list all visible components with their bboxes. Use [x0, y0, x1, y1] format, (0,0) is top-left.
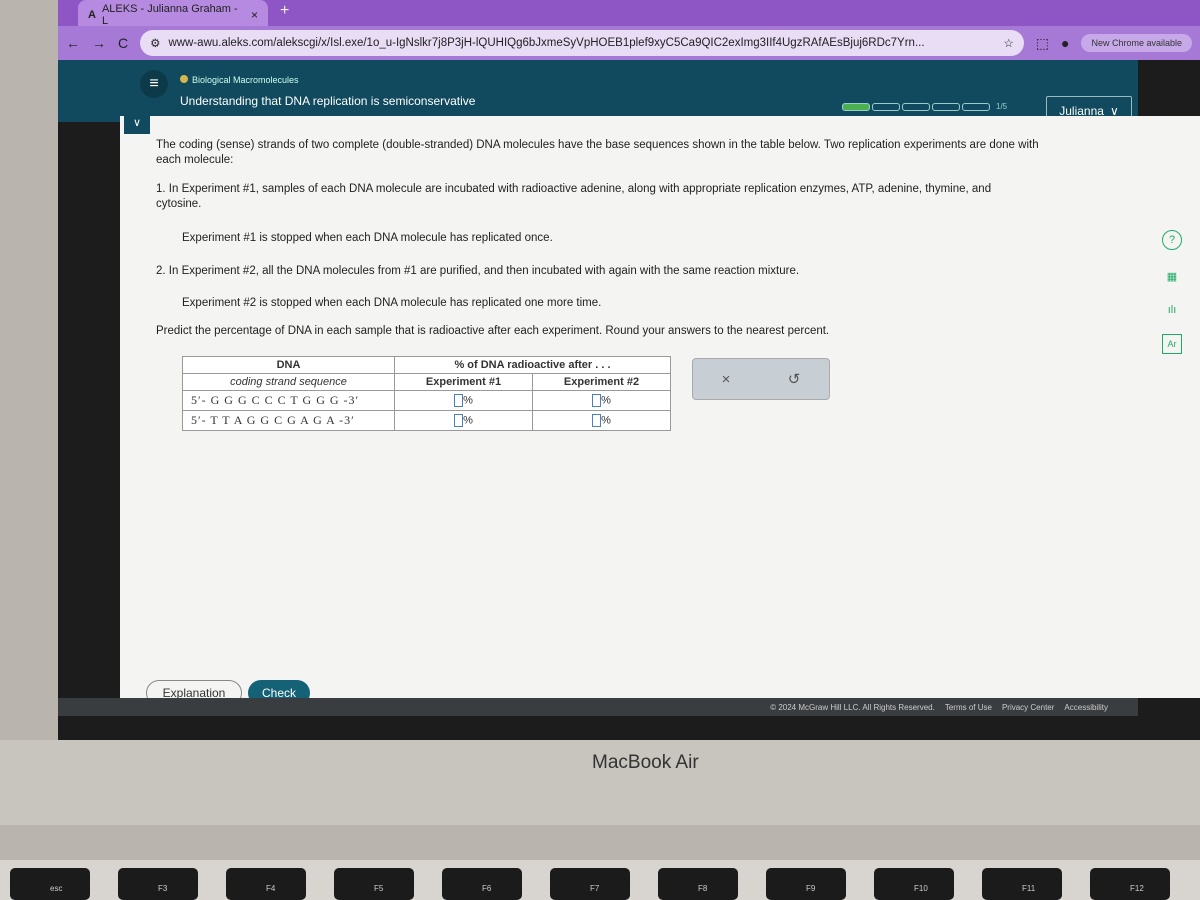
- prompt: Predict the percentage of DNA in each sa…: [156, 325, 830, 337]
- aleks-header: ≡ Biological Macromolecules Understandin…: [58, 60, 1138, 126]
- copyright: © 2024 McGraw Hill LLC. All Rights Reser…: [770, 702, 935, 712]
- exp1-input[interactable]: [454, 394, 464, 407]
- key-f5: F5: [334, 868, 414, 900]
- extensions-icon[interactable]: ⬚: [1036, 35, 1049, 52]
- key-f9: F9: [766, 868, 846, 900]
- progress-label: 1/5: [996, 102, 1008, 111]
- step-1: 1. In Experiment #1, samples of each DNA…: [156, 183, 992, 210]
- topic-dot-icon: [180, 75, 188, 83]
- forward-icon[interactable]: →: [92, 35, 106, 51]
- question-intro: The coding (sense) strands of two comple…: [156, 139, 1039, 166]
- answer-table: DNA % of DNA radioactive after . . . codi…: [182, 356, 671, 431]
- col-dna-sub: coding strand sequence: [182, 373, 395, 391]
- bookmark-star-icon[interactable]: ☆: [1003, 36, 1013, 50]
- key-f7: F7: [550, 868, 630, 900]
- address-bar-row: ← → C ⚙ www-awu.aleks.com/alekscgi/x/Isl.…: [58, 26, 1200, 60]
- profile-icon[interactable]: ●: [1061, 35, 1069, 51]
- progress-bar: 1/5: [842, 102, 1007, 111]
- unit: %: [601, 394, 611, 407]
- new-tab-button[interactable]: +: [280, 2, 289, 20]
- sequence: 5′- T T A G G C G A G A -3′: [182, 410, 395, 431]
- step-2: 2. In Experiment #2, all the DNA molecul…: [156, 265, 800, 277]
- exp2-input[interactable]: [592, 414, 602, 427]
- clear-button[interactable]: ×: [722, 371, 731, 388]
- collapse-chevron-icon[interactable]: ∨: [124, 116, 150, 134]
- footer: © 2024 McGraw Hill LLC. All Rights Reser…: [58, 698, 1138, 716]
- accessibility-link[interactable]: Accessibility: [1064, 703, 1108, 712]
- key-f11: F11: [982, 868, 1062, 900]
- table-row: 5′- T T A G G C G A G A -3′%%: [182, 410, 671, 431]
- progress-segment: [902, 102, 930, 111]
- periodic-table-icon[interactable]: Ar: [1162, 334, 1182, 354]
- new-chrome-button[interactable]: New Chrome available: [1081, 34, 1192, 52]
- answer-tools: × ↺: [692, 358, 830, 400]
- help-icon[interactable]: ?: [1162, 230, 1182, 250]
- privacy-link[interactable]: Privacy Center: [1002, 703, 1054, 712]
- page-title: Understanding that DNA replication is se…: [180, 94, 476, 108]
- step-2-stop: Experiment #2 is stopped when each DNA m…: [182, 297, 602, 309]
- menu-icon[interactable]: ≡: [140, 70, 168, 98]
- topic-text: Biological Macromolecules: [192, 75, 299, 85]
- progress-segment: [842, 102, 870, 111]
- key-f12: F12: [1090, 868, 1170, 900]
- unit: %: [463, 414, 473, 427]
- exp2-input[interactable]: [592, 394, 602, 407]
- url-bar[interactable]: ⚙ www-awu.aleks.com/alekscgi/x/Isl.exe/1o…: [140, 30, 1024, 56]
- key-f10: F10: [874, 868, 954, 900]
- table-row: 5′- G G G C C C T G G G -3′%%: [182, 390, 671, 411]
- progress-segment: [932, 102, 960, 111]
- laptop-screen: A ALEKS - Julianna Graham - L × + ← → C ⚙ w…: [58, 0, 1200, 740]
- exp1-header: Experiment #1: [394, 373, 533, 391]
- terms-link[interactable]: Terms of Use: [945, 703, 992, 712]
- unit: %: [463, 394, 473, 407]
- laptop-brand: MacBook Air: [592, 752, 699, 773]
- site-info-icon[interactable]: ⚙: [150, 36, 160, 50]
- aleks-logo-icon: A: [88, 9, 96, 21]
- calculator-icon[interactable]: ▦: [1162, 266, 1182, 286]
- progress-segment: [872, 102, 900, 111]
- progress-segment: [962, 102, 990, 111]
- unit: %: [601, 414, 611, 427]
- exp1-input[interactable]: [454, 414, 464, 427]
- exp2-header: Experiment #2: [532, 373, 671, 391]
- topic-label: Biological Macromolecules: [180, 75, 299, 85]
- data-chart-icon[interactable]: ılı: [1162, 300, 1182, 320]
- step-1-stop: Experiment #1 is stopped when each DNA m…: [182, 232, 553, 244]
- tab-title: ALEKS - Julianna Graham - L: [101, 3, 238, 27]
- key-f4: F4: [226, 868, 306, 900]
- dna-header: DNA: [276, 359, 301, 371]
- key-f3: F3: [118, 868, 198, 900]
- close-tab-icon[interactable]: ×: [251, 8, 258, 22]
- reload-icon[interactable]: C: [118, 35, 128, 51]
- key-f8: F8: [658, 868, 738, 900]
- undo-button[interactable]: ↺: [788, 370, 801, 388]
- key-f6: F6: [442, 868, 522, 900]
- col-pct-header: % of DNA radioactive after . . .: [394, 356, 671, 374]
- question-panel: ∨ The coding (sense) strands of two comp…: [120, 116, 1200, 706]
- back-icon[interactable]: ←: [66, 35, 80, 51]
- sequence: 5′- G G G C C C T G G G -3′: [182, 390, 395, 411]
- key-esc: esc: [10, 868, 90, 900]
- col-dna-header: DNA: [182, 356, 395, 374]
- url-text: www-awu.aleks.com/alekscgi/x/Isl.exe/1o_…: [168, 37, 925, 49]
